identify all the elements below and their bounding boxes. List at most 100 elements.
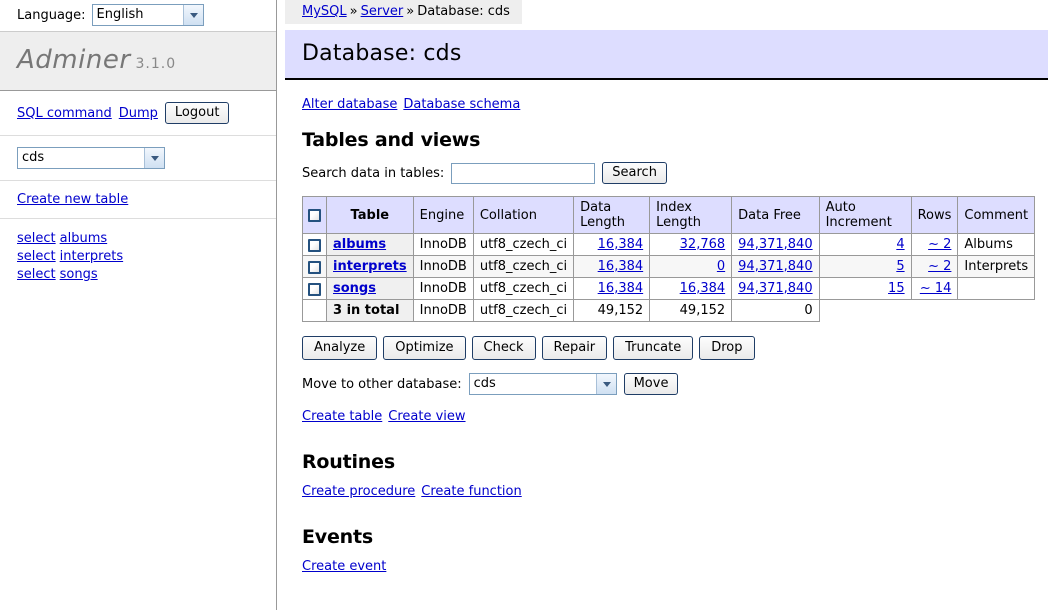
create-procedure-link[interactable]: Create procedure: [302, 484, 415, 499]
data-free-link[interactable]: 94,371,840: [738, 237, 812, 252]
collation-cell: utf8_czech_ci: [473, 234, 573, 256]
create-view-link[interactable]: Create view: [388, 409, 465, 424]
rows-cell: ~ 2: [911, 256, 958, 278]
create-new-table-link[interactable]: Create new table: [17, 192, 128, 207]
database-select[interactable]: cds: [17, 147, 165, 169]
breadcrumb-separator: »: [350, 4, 358, 19]
search-row: Search data in tables: Search: [302, 162, 1048, 184]
sidebar: Language: English Adminer3.1.0 SQL comma…: [0, 0, 277, 610]
table-total-row: 3 in total InnoDB utf8_czech_ci 49,152 4…: [303, 300, 1035, 322]
row-select-cell[interactable]: [303, 256, 327, 278]
sidebar-table-songs-link[interactable]: songs: [60, 267, 98, 282]
language-select[interactable]: English: [92, 4, 204, 26]
select-all-checkbox[interactable]: [308, 209, 321, 222]
column-header-engine[interactable]: Engine: [413, 197, 473, 234]
check-button[interactable]: Check: [472, 336, 536, 360]
move-database-select[interactable]: cds: [469, 373, 617, 395]
move-database-row: Move to other database: cds Move: [302, 373, 1048, 395]
alter-database-link[interactable]: Alter database: [302, 97, 397, 112]
total-engine-cell: InnoDB: [413, 300, 473, 322]
column-header-index-length[interactable]: Index Length: [650, 197, 732, 234]
adminer-logo-band: Adminer3.1.0: [0, 31, 276, 91]
truncate-button[interactable]: Truncate: [613, 336, 693, 360]
sql-command-link[interactable]: SQL command: [17, 106, 112, 121]
collation-cell: utf8_czech_ci: [473, 278, 573, 300]
column-header-collation[interactable]: Collation: [473, 197, 573, 234]
index-length-link[interactable]: 0: [717, 259, 725, 274]
database-select-wrapper[interactable]: cds: [17, 147, 165, 169]
auto-increment-link[interactable]: 5: [896, 259, 904, 274]
table-link-albums[interactable]: albums: [333, 237, 386, 252]
search-button[interactable]: Search: [602, 162, 667, 184]
table-name-cell: songs: [327, 278, 414, 300]
language-select-wrapper[interactable]: English: [92, 4, 204, 26]
move-button[interactable]: Move: [624, 373, 679, 395]
total-data-length-cell: 49,152: [574, 300, 650, 322]
row-checkbox[interactable]: [308, 239, 321, 252]
auto-increment-cell: 4: [819, 234, 911, 256]
sidebar-table-list: select albums select interprets select song…: [0, 219, 276, 295]
adminer-brand: Adminer: [17, 45, 131, 75]
column-header-auto-increment[interactable]: Auto Increment: [819, 197, 911, 234]
index-length-link[interactable]: 32,768: [680, 237, 726, 252]
repair-button[interactable]: Repair: [542, 336, 608, 360]
row-select-cell[interactable]: [303, 278, 327, 300]
row-checkbox[interactable]: [308, 261, 321, 274]
data-free-cell: 94,371,840: [732, 256, 819, 278]
events-links-row: Create event: [302, 559, 1048, 574]
auto-increment-link[interactable]: 4: [896, 237, 904, 252]
main-content: MySQL»Server»Database: cds Database: cds…: [285, 0, 1048, 610]
adminer-page: Language: English Adminer3.1.0 SQL comma…: [0, 0, 1048, 610]
create-event-link[interactable]: Create event: [302, 559, 386, 574]
column-header-table[interactable]: Table: [327, 197, 414, 234]
rows-link[interactable]: ~ 2: [928, 237, 951, 252]
optimize-button[interactable]: Optimize: [383, 336, 465, 360]
database-schema-link[interactable]: Database schema: [403, 97, 520, 112]
data-free-link[interactable]: 94,371,840: [738, 259, 812, 274]
tables-and-views-heading: Tables and views: [302, 129, 1048, 151]
data-length-link[interactable]: 16,384: [598, 281, 644, 296]
breadcrumb-server-link[interactable]: Server: [361, 4, 404, 19]
create-function-link[interactable]: Create function: [421, 484, 521, 499]
column-header-comment[interactable]: Comment: [958, 197, 1035, 234]
create-table-link[interactable]: Create table: [302, 409, 382, 424]
drop-button[interactable]: Drop: [699, 336, 754, 360]
analyze-button[interactable]: Analyze: [302, 336, 377, 360]
column-header-data-free[interactable]: Data Free: [732, 197, 819, 234]
index-length-cell: 16,384: [650, 278, 732, 300]
rows-link[interactable]: ~ 14: [920, 281, 952, 296]
logout-button[interactable]: Logout: [165, 102, 230, 124]
data-length-link[interactable]: 16,384: [598, 237, 644, 252]
search-input[interactable]: [451, 163, 595, 184]
total-label-cell: 3 in total: [327, 300, 414, 322]
data-length-cell: 16,384: [574, 234, 650, 256]
create-links-row: Create table Create view: [302, 409, 1048, 424]
table-name-cell: interprets: [327, 256, 414, 278]
sidebar-select-songs-link[interactable]: select: [17, 267, 56, 282]
table-link-interprets[interactable]: interprets: [333, 259, 407, 274]
data-free-link[interactable]: 94,371,840: [738, 281, 812, 296]
data-length-link[interactable]: 16,384: [598, 259, 644, 274]
sidebar-actions-block: SQL command Dump Logout: [0, 91, 276, 136]
move-select-wrapper[interactable]: cds: [469, 373, 617, 395]
index-length-link[interactable]: 16,384: [680, 281, 726, 296]
sidebar-table-interprets-link[interactable]: interprets: [60, 249, 123, 264]
comment-cell: [958, 278, 1035, 300]
data-free-cell: 94,371,840: [732, 278, 819, 300]
column-header-rows[interactable]: Rows: [911, 197, 958, 234]
select-all-header[interactable]: [303, 197, 327, 234]
comment-cell: Albums: [958, 234, 1035, 256]
row-select-cell[interactable]: [303, 234, 327, 256]
table-link-songs[interactable]: songs: [333, 281, 376, 296]
sidebar-select-interprets-link[interactable]: select: [17, 249, 56, 264]
rows-link[interactable]: ~ 2: [928, 259, 951, 274]
column-header-data-length[interactable]: Data Length: [574, 197, 650, 234]
sidebar-select-albums-link[interactable]: select: [17, 231, 56, 246]
table-actions-row: Analyze Optimize Check Repair Truncate D…: [302, 336, 1048, 360]
breadcrumb-mysql-link[interactable]: MySQL: [302, 4, 347, 19]
sidebar-table-albums-link[interactable]: albums: [60, 231, 108, 246]
auto-increment-link[interactable]: 15: [888, 281, 905, 296]
dump-link[interactable]: Dump: [119, 106, 158, 121]
row-checkbox[interactable]: [308, 283, 321, 296]
index-length-cell: 32,768: [650, 234, 732, 256]
